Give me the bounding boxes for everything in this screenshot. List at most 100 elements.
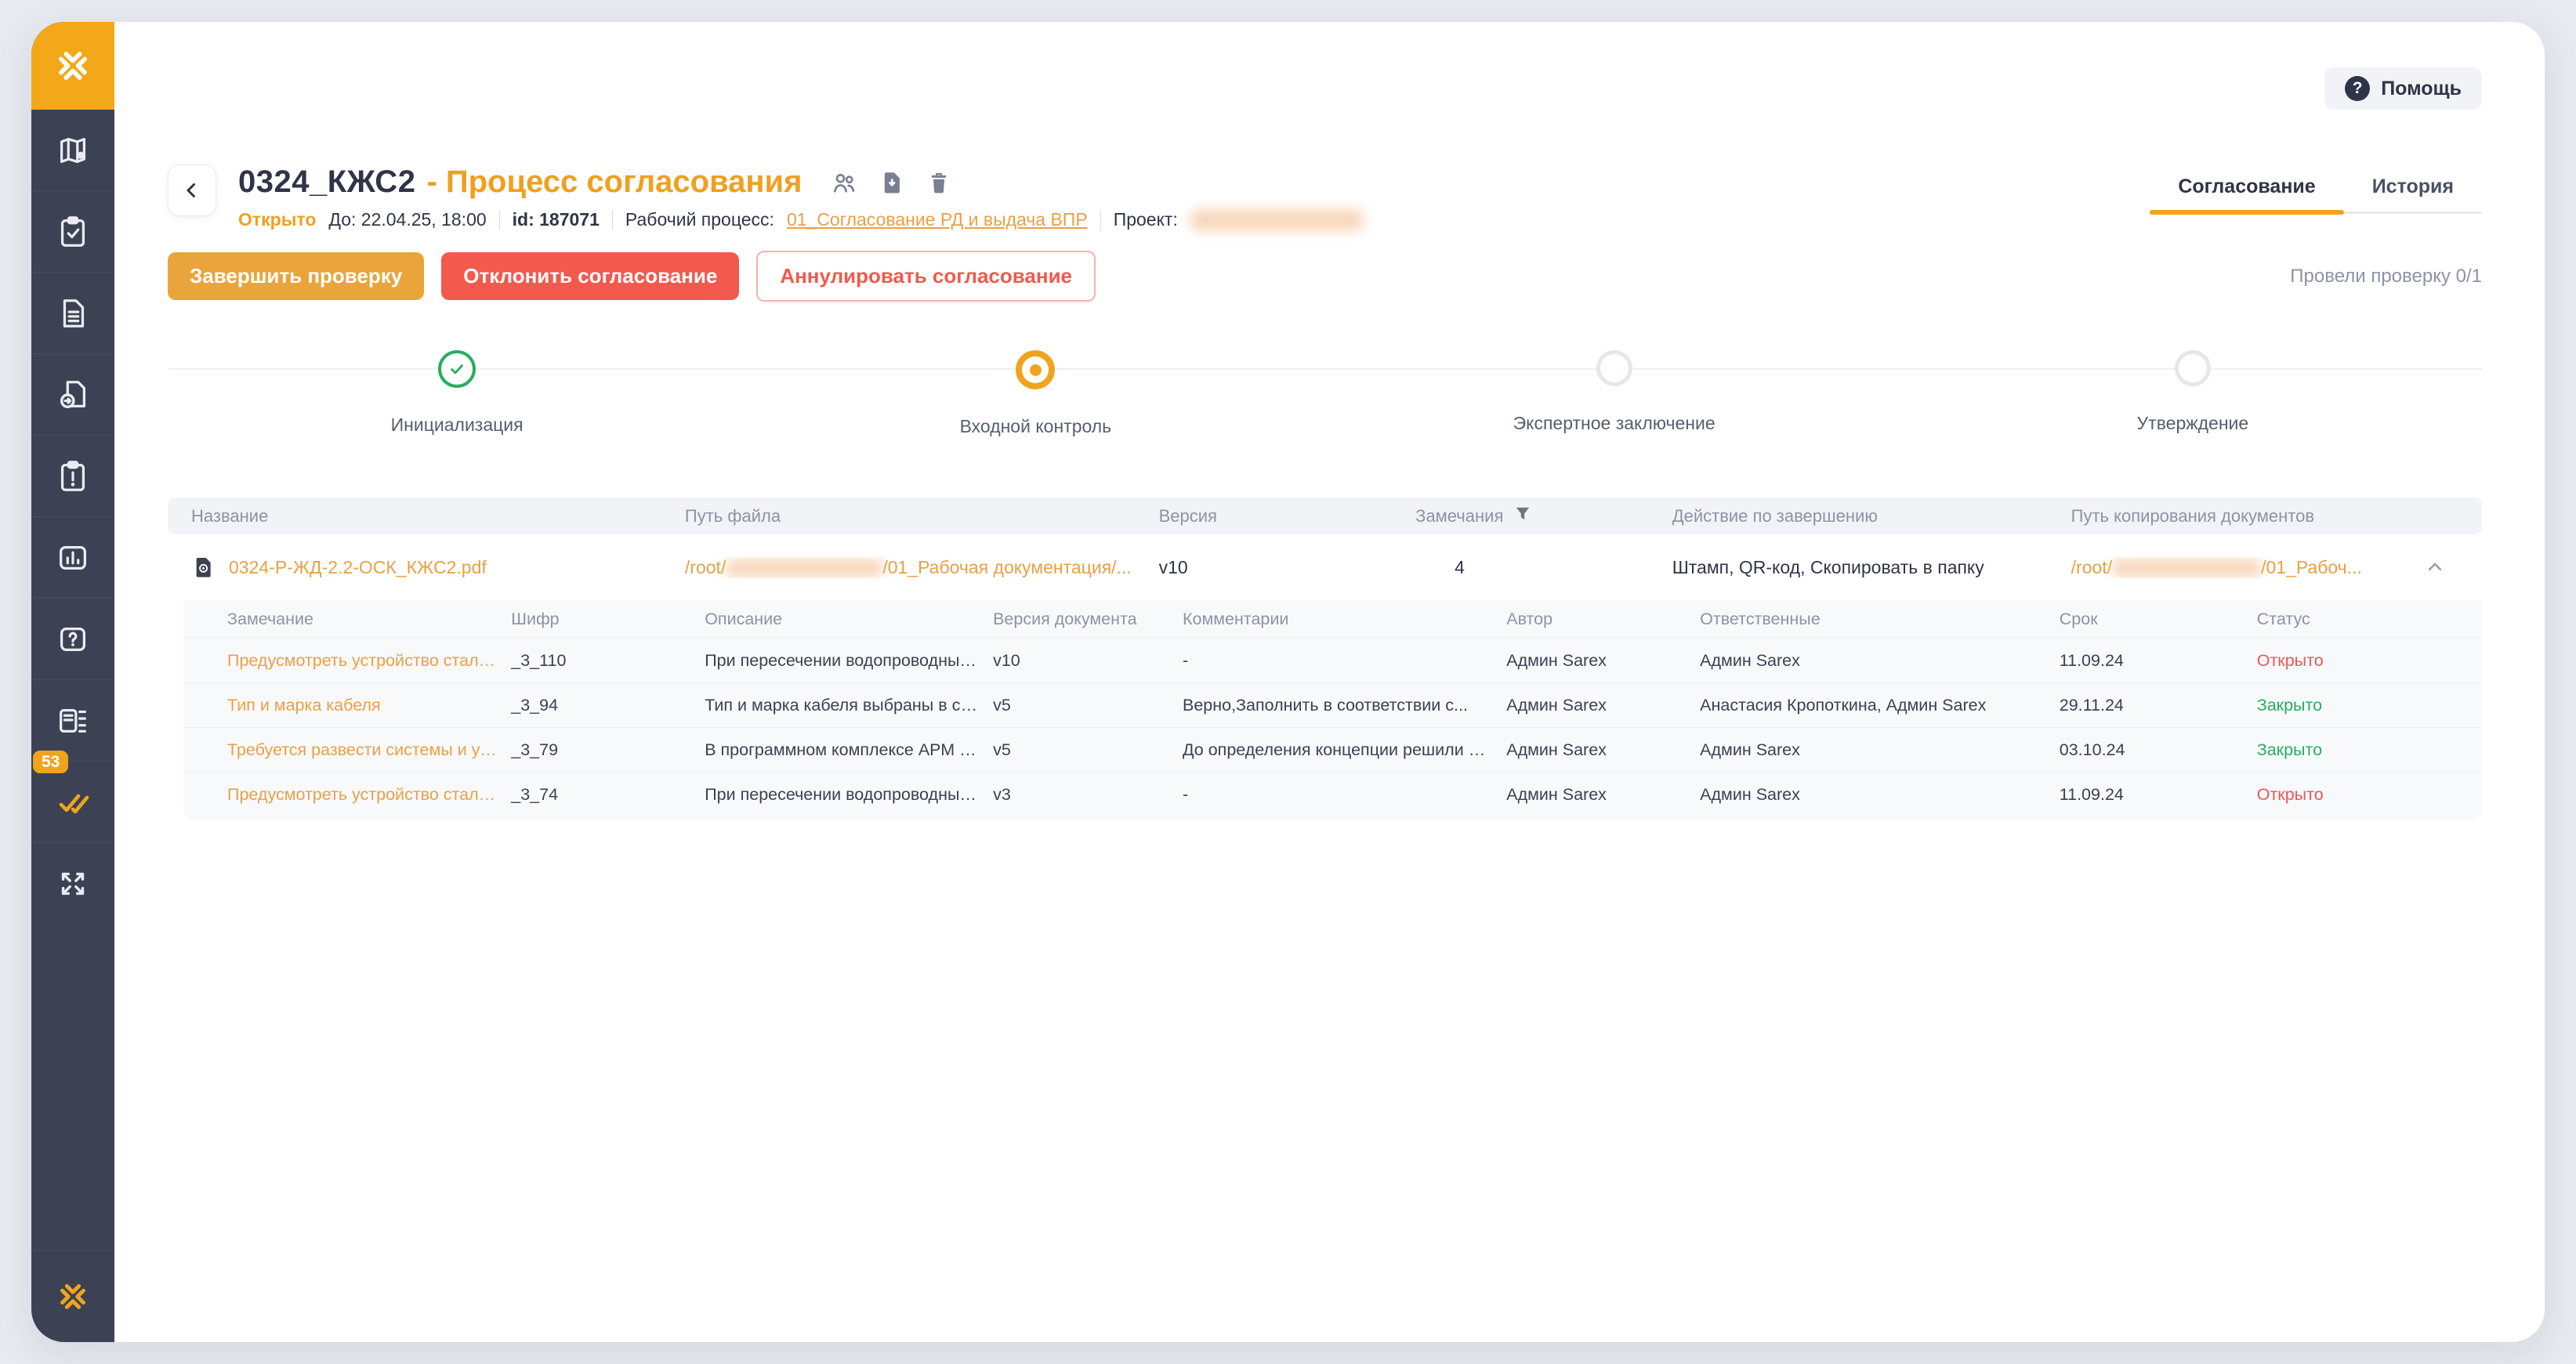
remark-doc-version: v5 xyxy=(993,740,1011,759)
remarks-table: Замечание Шифр Описание Версия документа… xyxy=(183,600,2482,819)
remark-author: Админ Sarex xyxy=(1506,740,1607,759)
sidebar-item-journal[interactable] xyxy=(31,680,114,762)
remarks-table-header: Замечание Шифр Описание Версия документа… xyxy=(183,600,2482,638)
reject-approval-button[interactable]: Отклонить согласование xyxy=(441,252,740,300)
sidebar-item-map[interactable] xyxy=(31,110,114,191)
sidebar-item-file-export[interactable] xyxy=(31,354,114,436)
remark-row[interactable]: Тип и марка кабеля _3_94 Тип и марка каб… xyxy=(183,682,2482,727)
sidebar-item-tasks[interactable] xyxy=(31,191,114,273)
remark-due: 11.09.24 xyxy=(2059,650,2124,670)
remark-author: Админ Sarex xyxy=(1506,650,1607,670)
remark-link[interactable]: Предусмотреть устройство стального футл.… xyxy=(183,651,511,671)
remark-responsible: Админ Sarex xyxy=(1700,740,1800,759)
page-title-suffix: - Процесс согласования xyxy=(426,165,803,199)
copy-path-redacted xyxy=(2112,559,2262,577)
file-completion-action: Штамп, QR-код, Скопировать в папку xyxy=(1672,556,1984,577)
column-header-author: Автор xyxy=(1506,609,1553,628)
remark-code: _3_110 xyxy=(511,650,567,670)
remark-description: При пересечении водопроводных сет... xyxy=(705,784,994,804)
tab-history[interactable]: История xyxy=(2344,175,2482,214)
step-label: Утверждение xyxy=(2136,413,2249,433)
remark-code: _3_94 xyxy=(511,695,559,715)
trash-icon[interactable] xyxy=(926,169,952,196)
complete-review-button[interactable]: Завершить проверку xyxy=(168,252,425,300)
remark-code: _3_74 xyxy=(511,784,559,804)
column-header-status: Статус xyxy=(2256,609,2310,628)
sidebar-item-help[interactable] xyxy=(31,599,114,680)
remark-row[interactable]: Предусмотреть устройство стального футл.… xyxy=(183,638,2482,682)
remark-doc-version: v5 xyxy=(993,695,1011,715)
remark-row[interactable]: Предусмотреть устройство стального футл.… xyxy=(183,772,2482,816)
status-badge: Открыто xyxy=(238,209,317,230)
chevron-left-icon xyxy=(187,183,195,197)
column-header-remark: Замечание xyxy=(227,609,313,628)
review-counter: Провели проверку 0/1 xyxy=(2290,265,2482,287)
remark-status: Открыто xyxy=(2256,650,2324,670)
step-label: Входной контроль xyxy=(959,416,1112,436)
files-table: Название Путь файла Версия Замечания Дей… xyxy=(168,497,2482,819)
back-button[interactable] xyxy=(168,165,216,216)
file-name-link[interactable]: 0324-Р-ЖД-2.2-ОСК_КЖС2.pdf xyxy=(168,555,661,580)
step-initialization: Инициализация xyxy=(168,330,746,452)
sidebar-item-expand[interactable] xyxy=(31,843,114,924)
step-label: Экспертное заключение xyxy=(1513,413,1716,433)
sarex-burst-icon xyxy=(60,1283,85,1309)
file-export-icon xyxy=(60,380,86,408)
chevron-up-icon xyxy=(2428,563,2441,571)
users-icon[interactable] xyxy=(830,168,858,197)
page-title-code: 0324_КЖС2 xyxy=(238,165,416,199)
sidebar-item-analytics[interactable] xyxy=(31,517,114,599)
annul-approval-button[interactable]: Аннулировать согласование xyxy=(756,251,1096,302)
title-action-icons xyxy=(830,168,952,197)
column-header-due: Срок xyxy=(2059,609,2098,628)
remark-comments: - xyxy=(1182,784,1189,804)
step-pending-icon xyxy=(2174,350,2211,386)
document-download-icon[interactable] xyxy=(879,169,905,196)
filter-funnel-icon[interactable] xyxy=(1513,504,1533,529)
remark-due: 03.10.24 xyxy=(2059,740,2125,759)
process-stepper: Инициализация Входной контроль Экспертно… xyxy=(168,330,2482,452)
remark-responsible: Админ Sarex xyxy=(1700,784,1800,804)
sidebar-item-issues[interactable] xyxy=(31,436,114,517)
workflow-link[interactable]: 01_Согласование РД и выдача ВПР xyxy=(787,209,1088,230)
page-header: 0324_КЖС2 - Процесс согласования Открыто… xyxy=(168,165,2482,230)
workflow-label: Рабочий процесс: xyxy=(625,209,774,230)
column-header-copy-path: Путь копирования документов xyxy=(2071,505,2315,526)
project-name-redacted xyxy=(1190,209,1363,230)
help-button[interactable]: ? Помощь xyxy=(2324,67,2482,110)
sarex-logo[interactable] xyxy=(31,22,114,110)
remark-link[interactable]: Требуется развести системы и устранить к… xyxy=(183,740,511,760)
sidebar: 53 xyxy=(31,22,114,1342)
remark-status: Закрыто xyxy=(2256,740,2323,759)
file-row[interactable]: 0324-Р-ЖД-2.2-ОСК_КЖС2.pdf /root//01_Раб… xyxy=(168,534,2482,600)
file-version: v10 xyxy=(1158,556,1188,577)
meta-divider xyxy=(1100,209,1101,230)
remark-comments: Верно,Заполнить в соответствии с... xyxy=(1182,695,1468,715)
sidebar-item-approvals[interactable]: 53 xyxy=(31,751,114,843)
double-check-icon xyxy=(59,794,89,813)
remark-comments: - xyxy=(1182,650,1189,670)
sarex-burst-icon xyxy=(59,52,87,80)
help-box-icon xyxy=(60,627,86,651)
remark-link[interactable]: Предусмотреть устройство стального футл.… xyxy=(183,785,511,805)
column-header-remarks: Замечания xyxy=(1392,504,1649,529)
remark-link[interactable]: Тип и марка кабеля xyxy=(183,696,511,715)
remark-author: Админ Sarex xyxy=(1506,784,1607,804)
journal-icon xyxy=(60,708,86,733)
remark-description: При пересечении водопроводных сет... xyxy=(705,650,994,670)
sidebar-footer-logo[interactable] xyxy=(31,1250,114,1342)
column-header-comments: Комментарии xyxy=(1182,609,1289,628)
clipboard-alert-icon xyxy=(60,460,85,491)
topbar: ? Помощь xyxy=(168,22,2482,110)
process-id: id: 187071 xyxy=(512,209,600,230)
tab-approval[interactable]: Согласование xyxy=(2150,175,2345,215)
remark-row[interactable]: Требуется развести системы и устранить к… xyxy=(183,727,2482,772)
sidebar-item-documents[interactable] xyxy=(31,273,114,354)
pdf-file-icon xyxy=(196,558,211,577)
collapse-row-button[interactable] xyxy=(2387,556,2482,578)
step-incoming-control: Входной контроль xyxy=(746,330,1324,452)
remark-status: Открыто xyxy=(2256,784,2324,804)
remark-status: Закрыто xyxy=(2256,695,2323,715)
project-label: Проект: xyxy=(1113,209,1178,230)
